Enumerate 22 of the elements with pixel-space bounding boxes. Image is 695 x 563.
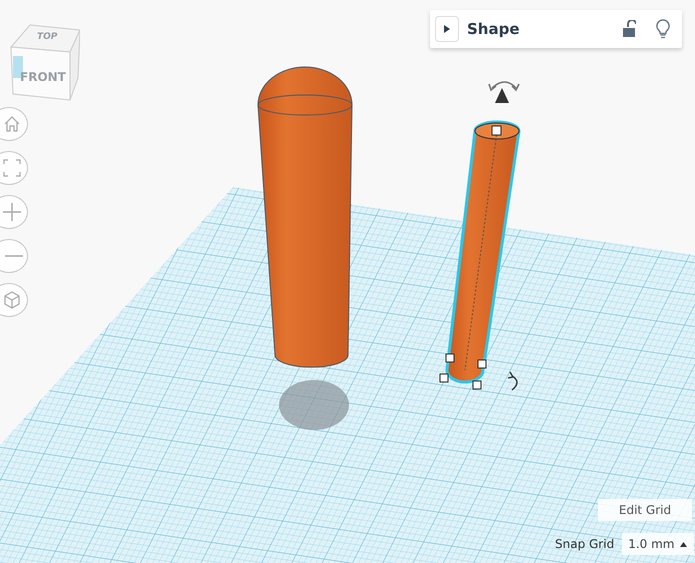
- snap-grid-label: Snap Grid: [555, 537, 614, 551]
- view-control-button[interactable]: [0, 283, 28, 317]
- view-control-button[interactable]: [0, 107, 28, 141]
- view-control-button[interactable]: [0, 195, 28, 229]
- rotate-arrow-icon[interactable]: [507, 371, 518, 391]
- lock-icon[interactable]: [622, 20, 636, 38]
- snap-grid-dropdown[interactable]: 1.0 mm: [622, 533, 694, 555]
- expand-toggle[interactable]: [435, 16, 459, 42]
- view-control-button[interactable]: [0, 151, 28, 185]
- zoom-in-icon: [1, 201, 23, 223]
- fit-view-icon: [1, 157, 23, 179]
- edit-grid-button[interactable]: Edit Grid: [598, 499, 692, 521]
- caret-icon: [680, 542, 688, 546]
- lightbulb-icon[interactable]: [656, 19, 670, 39]
- lift-arrow-icon[interactable]: [495, 88, 509, 103]
- shadow: [279, 380, 349, 430]
- caret-right-icon: [443, 24, 451, 34]
- cube-front-label: FRONT: [20, 70, 66, 84]
- panel-title: Shape: [467, 20, 521, 38]
- view-cube-drawing[interactable]: [10, 22, 80, 102]
- resize-handle[interactable]: [440, 126, 502, 390]
- cube-top-label: TOP: [37, 32, 58, 42]
